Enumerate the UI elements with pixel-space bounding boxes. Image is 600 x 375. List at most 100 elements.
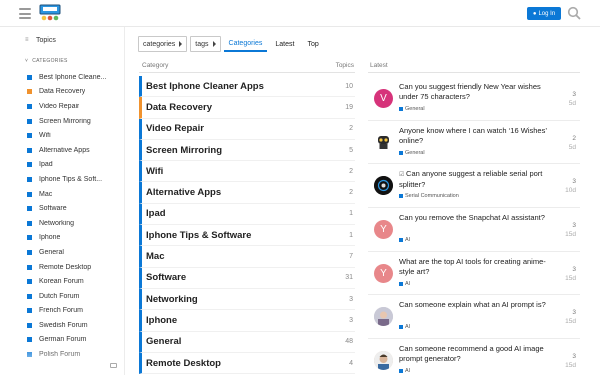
category-row[interactable]: Wifi 2 [139,161,355,183]
sidebar-category-item[interactable]: Iphone Tips & Soft... [27,172,122,187]
category-name-link[interactable]: Mac [146,251,164,262]
topic-category-badge[interactable]: General [399,106,425,112]
topic-title-container: Can someone explain what an AI prompt is… [399,300,549,310]
divider [368,72,580,73]
category-name-link[interactable]: General [146,336,181,347]
category-topic-count: 3 [349,295,353,303]
categories-dropdown[interactable]: categories [138,36,188,52]
tab-latest[interactable]: Latest [270,36,299,52]
sidebar-category-item[interactable]: Alternative Apps [27,143,122,158]
sidebar-category-item[interactable]: Wifi [27,128,122,143]
category-topic-count: 1 [349,210,353,218]
sidebar-category-item[interactable]: Mac [27,187,122,202]
sidebar-category-item[interactable]: Ipad [27,158,122,173]
latest-topic-row[interactable]: V Can you suggest friendly New Year wishe… [368,77,580,121]
topic-category-badge[interactable]: AI [399,324,410,330]
topic-title-link[interactable]: Can anyone suggest a reliable serial por… [399,169,542,189]
topic-age[interactable]: 10d [565,187,576,194]
category-name-link[interactable]: Networking [146,294,198,305]
sidebar-category-item[interactable]: Dutch Forum [27,289,122,304]
category-color-swatch [27,279,32,285]
topic-category-badge[interactable]: AI [399,281,410,287]
user-avatar[interactable] [374,307,393,327]
topic-title-link[interactable]: Can you remove the Snapchat AI assistant… [399,213,545,222]
user-avatar[interactable]: Y [374,220,393,240]
category-row[interactable]: Data Recovery 19 [139,97,355,119]
category-row[interactable]: Mac 7 [139,246,355,268]
topic-title-link[interactable]: Can you suggest friendly New Year wishes… [399,82,541,101]
category-name-link[interactable]: Iphone Tips & Software [146,230,251,241]
topic-age[interactable]: 15d [565,275,576,282]
category-row[interactable]: Software 31 [139,267,355,289]
category-name-link[interactable]: Software [146,272,186,283]
hamburger-icon[interactable] [19,8,31,19]
category-name-link[interactable]: Ipad [146,208,166,219]
sidebar-category-item[interactable]: Swedish Forum [27,318,122,333]
topic-title-link[interactable]: Can someone recommend a good AI image pr… [399,344,544,363]
sidebar-category-item[interactable]: Software [27,201,122,216]
latest-topic-row[interactable]: Anyone know where I can watch ‘16 Wishes… [368,121,580,165]
topic-title-link[interactable]: Can someone explain what an AI prompt is… [399,300,546,309]
sidebar-topics-link[interactable]: ≡ Topics [25,37,56,44]
category-row[interactable]: General 48 [139,331,355,353]
category-row[interactable]: Best Iphone Cleaner Apps 10 [139,76,355,98]
login-button[interactable]: ● Log In [527,7,561,20]
topic-category-badge[interactable]: General [399,150,425,156]
category-row[interactable]: Video Repair 2 [139,118,355,140]
topic-title-link[interactable]: Anyone know where I can watch ‘16 Wishes… [399,126,547,145]
tags-dropdown[interactable]: tags [190,36,221,52]
topic-category-badge[interactable]: AI [399,368,410,374]
category-row[interactable]: Iphone Tips & Software 1 [139,225,355,247]
latest-topic-row[interactable]: Y What are the top AI tools for creating … [368,252,580,296]
user-avatar[interactable]: V [374,89,393,108]
sidebar-category-label: German Forum [39,336,87,344]
category-row[interactable]: Networking 3 [139,288,355,311]
category-name-link[interactable]: Iphone [146,315,177,326]
category-color-swatch [27,191,32,197]
sidebar-category-item[interactable]: French Forum [27,304,122,319]
category-name-link[interactable]: Best Iphone Cleaner Apps [146,81,264,92]
site-logo[interactable] [39,4,61,22]
topic-category-badge[interactable]: AI [399,237,410,243]
sidebar-category-item[interactable]: General [27,245,122,260]
sidebar-section-header[interactable]: ˅ CATEGORIES [25,58,68,64]
latest-topic-row[interactable]: Can someone explain what an AI prompt is… [368,295,580,340]
topic-age[interactable]: 15d [565,231,576,238]
category-name-link[interactable]: Wifi [146,166,163,177]
user-avatar[interactable] [374,351,393,371]
latest-topic-row[interactable]: ☑ Can anyone suggest a reliable serial p… [368,164,580,209]
sidebar-collapse-icon[interactable] [110,363,117,368]
sidebar-category-item[interactable]: Video Repair [27,99,122,114]
category-name-link[interactable]: Video Repair [146,123,204,134]
user-avatar[interactable] [374,176,393,196]
tab-top[interactable]: Top [302,36,323,52]
topic-category-badge[interactable]: Serial Communication [399,193,459,199]
category-name-link[interactable]: Remote Desktop [146,358,221,369]
user-avatar[interactable]: Y [374,263,393,283]
category-row[interactable]: Alternative Apps 2 [139,182,355,204]
category-row[interactable]: Remote Desktop 4 [139,352,355,375]
user-avatar[interactable] [374,132,393,152]
sidebar-category-item[interactable]: Networking [27,216,122,231]
topic-title-link[interactable]: What are the top AI tools for creating a… [399,257,546,276]
search-icon[interactable] [567,6,581,20]
latest-topic-row[interactable]: Can someone recommend a good AI image pr… [368,339,580,375]
sidebar-category-item[interactable]: Remote Desktop [27,260,122,275]
topic-age[interactable]: 15d [565,318,576,325]
sidebar-category-item[interactable]: Best Iphone Cleane... [27,70,122,85]
category-row[interactable]: Screen Mirroring 5 [139,139,355,162]
topic-age[interactable]: 15d [565,362,576,369]
sidebar-category-item[interactable]: Data Recovery [27,85,122,100]
category-row[interactable]: Ipad 1 [139,203,355,226]
category-row[interactable]: Iphone 3 [139,310,355,332]
category-name-link[interactable]: Data Recovery [146,102,212,113]
latest-topic-row[interactable]: Y Can you remove the Snapchat AI assistan… [368,208,580,252]
sidebar-category-item[interactable]: Iphone [27,231,122,246]
topic-age[interactable]: 5d [569,144,576,151]
tab-categories[interactable]: Categories [223,36,268,52]
topic-age[interactable]: 5d [569,100,576,107]
sidebar-category-item[interactable]: Korean Forum [27,274,122,289]
sidebar-category-item[interactable]: Screen Mirroring [27,114,122,129]
category-name-link[interactable]: Alternative Apps [146,187,221,198]
category-name-link[interactable]: Screen Mirroring [146,145,222,156]
